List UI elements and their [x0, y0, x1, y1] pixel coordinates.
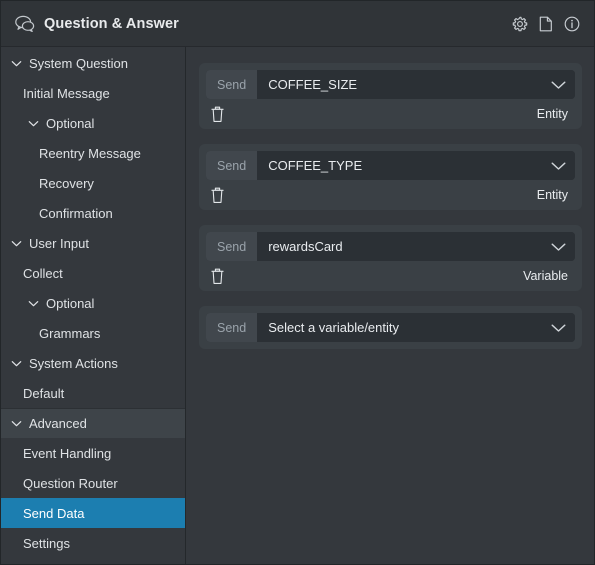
value-type-label: Variable [523, 269, 568, 283]
navigation-sidebar: System Question Initial Message Optional Re… [1, 47, 186, 564]
sidebar-item-system-actions[interactable]: System Actions [1, 348, 185, 378]
sidebar-item-label: Recovery [39, 175, 94, 191]
titlebar-actions [512, 16, 580, 32]
sidebar-item-label: Default [23, 385, 65, 401]
send-field-row[interactable]: Send Select a variable/entity [206, 313, 575, 342]
sidebar-item-label: Optional [46, 295, 95, 311]
sidebar-item-label: Reentry Message [39, 145, 141, 161]
window-titlebar: Question & Answer [1, 1, 594, 47]
sidebar-item-label: Send Data [23, 505, 85, 521]
send-prefix-label: Send [206, 70, 258, 99]
delete-trash-icon[interactable] [210, 187, 225, 204]
sidebar-item-grammars[interactable]: Grammars [1, 318, 185, 348]
card-footer: Entity [206, 180, 575, 210]
sidebar-item-initial-message[interactable]: Initial Message [1, 78, 185, 108]
value-type-label: Entity [536, 107, 568, 121]
sidebar-item-advanced[interactable]: Advanced [1, 408, 185, 438]
delete-trash-icon[interactable] [210, 106, 225, 123]
sidebar-item-label: Confirmation [39, 205, 113, 221]
chevron-down-icon[interactable] [541, 313, 575, 342]
question-answer-window: Question & Answer System Question Initia… [0, 0, 595, 565]
chevron-down-icon[interactable] [10, 237, 23, 250]
send-data-panel: Send COFFEE_SIZE Entity Send COFFEE_TYPE Enti… [186, 47, 594, 564]
document-icon[interactable] [539, 16, 553, 32]
send-field-row[interactable]: Send COFFEE_SIZE [206, 70, 575, 99]
sidebar-item-label: Event Handling [23, 445, 112, 461]
sidebar-item-label: Settings [23, 535, 70, 551]
sidebar-item-settings[interactable]: Settings [1, 528, 185, 558]
send-prefix-label: Send [206, 232, 258, 261]
sidebar-item-send-data[interactable]: Send Data [1, 498, 185, 528]
info-icon[interactable] [564, 16, 580, 32]
settings-gear-icon[interactable] [512, 16, 528, 32]
sidebar-item-recovery[interactable]: Recovery [1, 168, 185, 198]
sidebar-item-label: System Question [29, 55, 128, 71]
send-data-row-rewards-card: Send rewardsCard Variable [199, 225, 582, 291]
sidebar-item-label: System Actions [29, 355, 118, 371]
card-footer: Entity [206, 99, 575, 129]
chevron-down-icon[interactable] [10, 357, 23, 370]
delete-trash-icon[interactable] [210, 268, 225, 285]
sidebar-item-collect[interactable]: Collect [1, 258, 185, 288]
chevron-down-icon[interactable] [541, 70, 575, 99]
sidebar-item-label: User Input [29, 235, 89, 251]
variable-entity-select-value[interactable]: rewardsCard [257, 232, 541, 261]
chevron-down-icon[interactable] [27, 297, 40, 310]
page-title: Question & Answer [44, 15, 179, 32]
sidebar-item-label: Advanced [29, 416, 87, 431]
chevron-down-icon[interactable] [10, 57, 23, 70]
sidebar-item-label: Question Router [23, 475, 118, 491]
send-data-row-coffee-size: Send COFFEE_SIZE Entity [199, 63, 582, 129]
sidebar-item-user-input[interactable]: User Input [1, 228, 185, 258]
variable-entity-select-value[interactable]: COFFEE_SIZE [257, 70, 541, 99]
chat-bubbles-icon [15, 15, 35, 32]
sidebar-item-default[interactable]: Default [1, 378, 185, 408]
sidebar-item-event-handling[interactable]: Event Handling [1, 438, 185, 468]
send-data-row-empty: Send Select a variable/entity [199, 306, 582, 349]
send-field-row[interactable]: Send COFFEE_TYPE [206, 151, 575, 180]
sidebar-item-label: Initial Message [23, 85, 110, 101]
sidebar-item-label: Collect [23, 265, 63, 281]
send-prefix-label: Send [206, 151, 258, 180]
chevron-down-icon[interactable] [27, 117, 40, 130]
value-type-label: Entity [536, 188, 568, 202]
sidebar-item-confirmation[interactable]: Confirmation [1, 198, 185, 228]
sidebar-item-reentry-message[interactable]: Reentry Message [1, 138, 185, 168]
send-data-row-coffee-type: Send COFFEE_TYPE Entity [199, 144, 582, 210]
chevron-down-icon[interactable] [541, 232, 575, 261]
titlebar-left-group: Question & Answer [15, 15, 512, 32]
variable-entity-select-value[interactable]: COFFEE_TYPE [257, 151, 541, 180]
sidebar-item-optional-user-input[interactable]: Optional [1, 288, 185, 318]
window-body: System Question Initial Message Optional Re… [1, 47, 594, 564]
variable-entity-select-value[interactable]: Select a variable/entity [257, 313, 541, 342]
sidebar-item-question-router[interactable]: Question Router [1, 468, 185, 498]
send-field-row[interactable]: Send rewardsCard [206, 232, 575, 261]
sidebar-item-optional-system-question[interactable]: Optional [1, 108, 185, 138]
sidebar-item-label: Optional [46, 115, 95, 131]
chevron-down-icon[interactable] [10, 417, 23, 430]
chevron-down-icon[interactable] [541, 151, 575, 180]
sidebar-item-system-question[interactable]: System Question [1, 48, 185, 78]
send-prefix-label: Send [206, 313, 258, 342]
sidebar-item-label: Grammars [39, 325, 101, 341]
card-footer: Variable [206, 261, 575, 291]
